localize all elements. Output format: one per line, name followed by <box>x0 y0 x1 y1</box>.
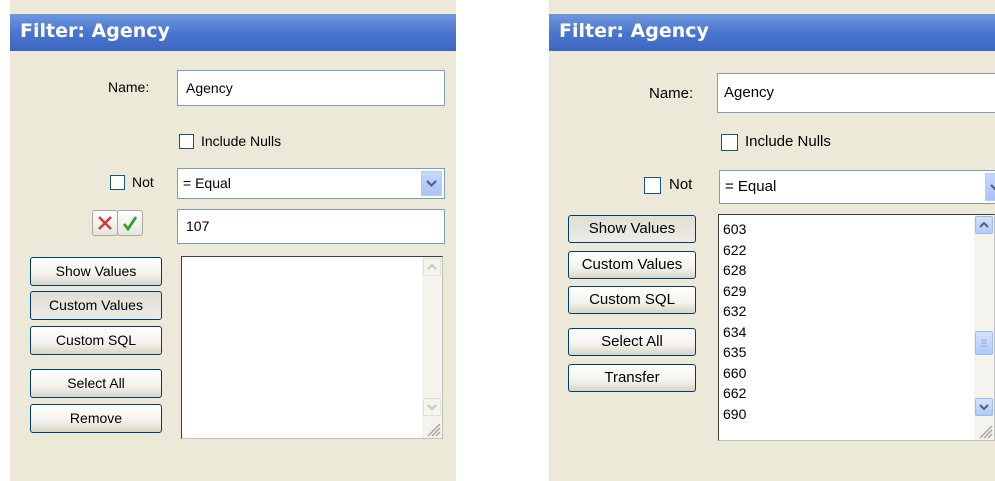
right-title-bar: Filter: Agency <box>549 14 995 51</box>
left-operator-select[interactable]: = Equal <box>177 168 445 199</box>
right-name-input[interactable]: Agency <box>717 73 995 113</box>
right-show-values-button[interactable]: Show Values <box>568 215 696 243</box>
left-accept-button[interactable] <box>117 210 143 236</box>
left-remove-button[interactable]: Remove <box>30 404 162 433</box>
left-cancel-button[interactable] <box>92 210 118 236</box>
list-item[interactable]: 660 <box>719 363 972 384</box>
left-select-all-button[interactable]: Select All <box>30 369 162 398</box>
list-item[interactable]: 629 <box>719 281 972 302</box>
left-operator-value: = Equal <box>183 175 231 191</box>
left-scrollbar[interactable] <box>422 257 442 438</box>
x-icon <box>98 216 112 230</box>
left-include-nulls-checkbox[interactable] <box>179 134 194 149</box>
chevron-up-icon <box>979 221 989 228</box>
right-not-label: Not <box>669 176 693 193</box>
left-not-checkbox[interactable] <box>110 175 125 190</box>
left-include-nulls-label: Include Nulls <box>201 133 282 149</box>
right-panel-title: Filter: Agency <box>559 20 709 42</box>
right-select-all-button[interactable]: Select All <box>568 328 696 356</box>
left-custom-values-button[interactable]: Custom Values <box>30 291 162 320</box>
list-item[interactable]: 632 <box>719 301 972 322</box>
left-panel-title: Filter: Agency <box>20 20 170 42</box>
right-scroll-up-button[interactable] <box>975 216 993 234</box>
left-show-values-button[interactable]: Show Values <box>30 257 162 286</box>
right-operator-select[interactable]: = Equal <box>719 170 995 204</box>
left-name-label: Name: <box>108 79 150 95</box>
right-name-label: Name: <box>649 85 694 102</box>
chevron-up-icon <box>427 263 437 270</box>
right-operator-value: = Equal <box>725 178 777 195</box>
right-values-list: 603 622 628 629 632 634 635 660 662 690 <box>719 219 972 424</box>
left-title-bar: Filter: Agency <box>10 14 456 51</box>
list-item[interactable]: 603 <box>719 219 972 240</box>
right-scrollbar[interactable] <box>974 215 994 440</box>
list-item[interactable]: 634 <box>719 322 972 343</box>
chevron-down-icon[interactable] <box>985 173 995 201</box>
grip-lines-icon <box>981 339 987 347</box>
list-item[interactable]: 690 <box>719 404 972 425</box>
list-item[interactable]: 622 <box>719 240 972 261</box>
left-values-listbox[interactable] <box>181 256 443 439</box>
left-not-label: Not <box>132 174 154 190</box>
right-scroll-thumb[interactable] <box>975 331 993 355</box>
checkmark-icon <box>122 216 138 232</box>
list-item[interactable]: 628 <box>719 260 972 281</box>
left-scroll-up-button[interactable] <box>423 258 441 276</box>
left-scroll-down-button[interactable] <box>423 398 441 416</box>
list-item[interactable]: 662 <box>719 383 972 404</box>
right-values-listbox[interactable]: 603 622 628 629 632 634 635 660 662 690 <box>718 214 995 441</box>
left-filter-panel: Filter: Agency Name: Agency Include Null… <box>10 0 456 481</box>
right-custom-sql-button[interactable]: Custom SQL <box>568 286 696 314</box>
left-custom-sql-button[interactable]: Custom SQL <box>30 326 162 355</box>
chevron-down-icon <box>427 404 437 411</box>
right-filter-panel: Filter: Agency Name: Agency Include Null… <box>549 0 995 481</box>
left-value-input[interactable]: 107 <box>177 209 445 244</box>
chevron-down-icon[interactable] <box>421 171 442 196</box>
right-include-nulls-checkbox[interactable] <box>721 134 738 151</box>
list-item[interactable]: 635 <box>719 342 972 363</box>
chevron-down-icon <box>979 404 989 411</box>
resize-grip-icon[interactable] <box>422 418 442 438</box>
resize-grip-icon[interactable] <box>974 420 994 440</box>
right-scroll-down-button[interactable] <box>975 398 993 416</box>
left-name-input[interactable]: Agency <box>177 70 445 106</box>
right-include-nulls-label: Include Nulls <box>745 133 831 150</box>
right-not-checkbox[interactable] <box>644 177 661 194</box>
right-transfer-button[interactable]: Transfer <box>568 364 696 392</box>
right-custom-values-button[interactable]: Custom Values <box>568 251 696 279</box>
